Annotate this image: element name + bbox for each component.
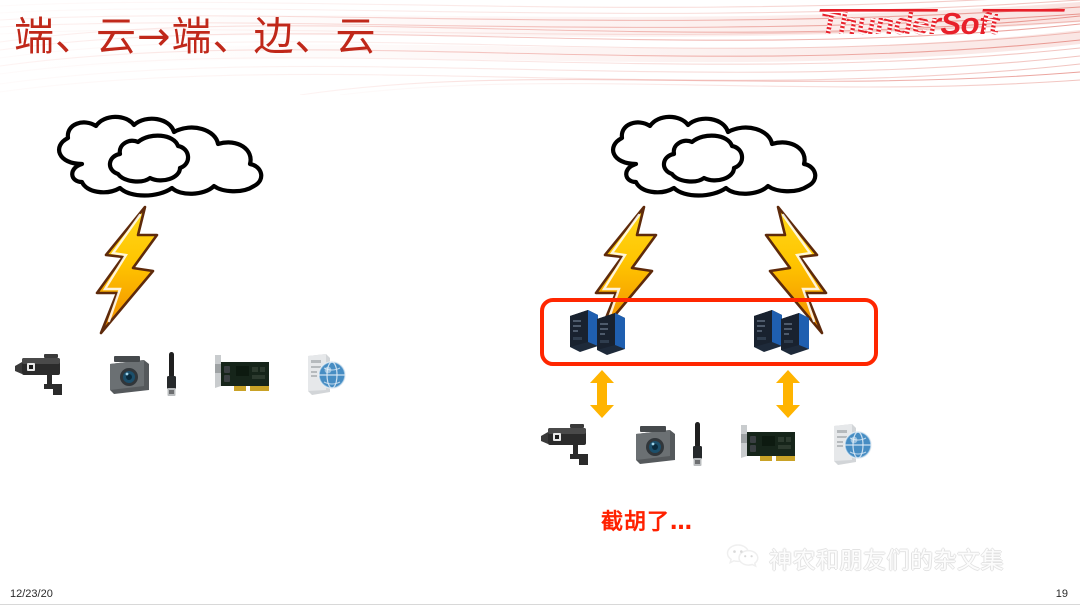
pc-tower-globe-icon xyxy=(826,422,874,473)
thundersoft-logo: ThunderSoft ThunderSoft xyxy=(816,4,1072,44)
edge-server-pair-right xyxy=(752,306,814,363)
cctv-camera-icon xyxy=(540,422,600,473)
dashcam-icon xyxy=(104,352,154,403)
usb-cable-icon xyxy=(164,352,180,403)
watermark-label: 神农和朋友们的杂文集 xyxy=(769,548,1004,574)
cloud-right xyxy=(600,112,844,202)
device-row-left xyxy=(14,352,346,403)
footer-date: 12/23/20 xyxy=(10,588,53,600)
wechat-watermark: 神农和朋友们的杂文集 xyxy=(726,541,1004,575)
caption-text: 截胡了… xyxy=(601,510,694,535)
slide-canvas: 端、云→端、边、云 ThunderSoft ThunderSoft xyxy=(0,0,1080,610)
wechat-icon xyxy=(726,542,760,575)
usb-cable-icon xyxy=(690,422,706,473)
arrow-bidirectional-right xyxy=(775,370,801,418)
cctv-camera-icon xyxy=(14,352,74,403)
lightning-bolt-left xyxy=(93,205,165,335)
footer-divider xyxy=(0,604,1080,605)
device-row-right xyxy=(540,422,872,473)
footer-page-number: 19 xyxy=(1055,588,1068,600)
pcie-card-icon xyxy=(210,352,274,403)
cloud-left xyxy=(46,112,290,202)
pcie-card-icon xyxy=(736,422,800,473)
edge-server-pair-left xyxy=(568,306,630,363)
slide-title: 端、云→端、边、云 xyxy=(14,14,377,60)
pc-tower-globe-icon xyxy=(300,352,348,403)
arrow-bidirectional-left xyxy=(589,370,615,418)
dashcam-icon xyxy=(630,422,680,473)
